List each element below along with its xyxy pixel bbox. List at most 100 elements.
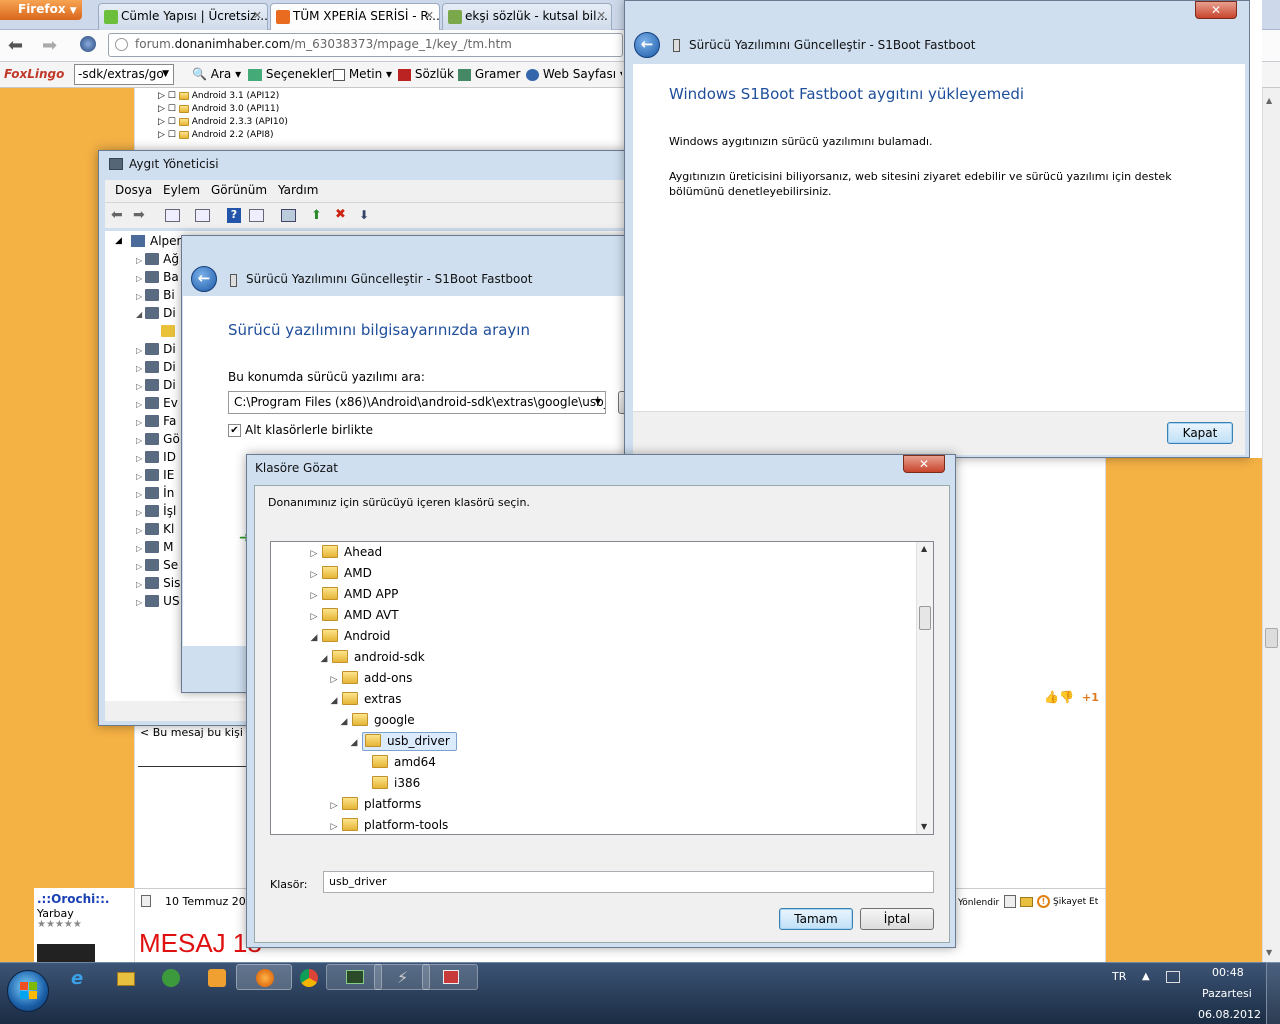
chevron-down-icon[interactable]: ◢ <box>136 310 142 319</box>
tree-scroll-thumb[interactable] <box>919 606 931 630</box>
device-category[interactable]: ▷ İşl <box>136 502 182 520</box>
device-category[interactable]: ▷ Gö <box>136 430 182 448</box>
chevron-right-icon[interactable]: ▷ <box>136 256 142 265</box>
device-category[interactable] <box>136 322 182 340</box>
device-category[interactable]: ▷ IE <box>136 466 182 484</box>
document-icon[interactable] <box>1004 895 1016 908</box>
folder-tree-item[interactable]: ▷ AMD <box>309 563 372 584</box>
expanded-arrow-icon[interactable]: ◢ <box>309 628 319 649</box>
tab-cumle-yapisi[interactable]: Cümle Yapısı | Ücretsiz... ✕ <box>98 3 268 30</box>
expanded-arrow-icon[interactable]: ◢ <box>319 649 329 670</box>
close-kapat-button[interactable]: Kapat <box>1167 422 1233 444</box>
device-category[interactable]: ▷ Ba <box>136 268 182 286</box>
device-category[interactable]: ▷ Di <box>136 340 182 358</box>
device-category[interactable]: ▷ Se <box>136 556 182 574</box>
folder-tree-item[interactable]: ▷ Ahead <box>309 542 382 563</box>
show-desktop-button[interactable] <box>1266 962 1280 1024</box>
device-category[interactable]: ▷ Di <box>136 358 182 376</box>
chevron-right-icon[interactable]: ▷ <box>136 472 142 481</box>
menu-gorunum[interactable]: Görünüm <box>211 183 267 197</box>
url-bar[interactable]: forum.donanimhaber.com/m_63038373/mpage_… <box>108 33 623 57</box>
tab-xperia[interactable]: TÜM XPERİA SERİSİ - R... ✕ <box>270 3 440 30</box>
media-player-icon[interactable] <box>208 969 226 987</box>
chevron-right-icon[interactable]: ▷ <box>136 274 142 283</box>
foxlingo-logo[interactable]: FoxLingo <box>4 67 64 81</box>
device-category[interactable]: ▷ ID <box>136 448 182 466</box>
chevron-right-icon[interactable]: ▷ <box>136 418 142 427</box>
dialog-close-button[interactable]: ✕ <box>903 455 945 473</box>
folder-icon[interactable] <box>1020 897 1033 907</box>
folder-tree-item[interactable]: amd64 <box>359 752 436 773</box>
page-scrollbar[interactable]: ▲ ▼ <box>1262 88 1280 962</box>
menu-dosya[interactable]: Dosya <box>115 183 152 197</box>
menu-yardim[interactable]: Yardım <box>278 183 318 197</box>
expanded-arrow-icon[interactable]: ◢ <box>329 691 339 712</box>
taskbar-app[interactable] <box>422 964 478 990</box>
folder-tree-item[interactable]: ▷ AMD APP <box>309 584 398 605</box>
device-category[interactable]: ▷ Bi <box>136 286 182 304</box>
internet-explorer-icon[interactable]: e <box>71 968 83 989</box>
utorrent-icon[interactable] <box>162 969 180 987</box>
uninstall-icon[interactable]: ✖ <box>335 207 346 222</box>
folder-tree-view[interactable]: ▷ Ahead ▷ AMD ▷ AMD APP ▷ AMD AVT ◢ Android ◢ andro… <box>270 541 934 835</box>
network-icon[interactable] <box>1166 971 1180 983</box>
expanded-arrow-icon[interactable]: ◢ <box>339 712 349 733</box>
tab-eksi-sozluk[interactable]: ekşi sözlük - kutsal bil... ✕ <box>442 3 612 30</box>
back-arrow-icon[interactable]: ⬅ <box>8 35 23 56</box>
list-icon[interactable] <box>195 209 210 222</box>
wizard-back-button[interactable]: ← <box>191 266 217 292</box>
chevron-right-icon[interactable]: ▷ <box>136 382 142 391</box>
device-category[interactable]: ▷ Ağ <box>136 250 182 268</box>
chrome-icon[interactable] <box>300 969 318 987</box>
firefox-menu-button[interactable]: Firefox ▼ <box>0 0 82 20</box>
chevron-down-icon[interactable]: ▼ <box>595 397 601 406</box>
ok-tamam-button[interactable]: Tamam <box>779 908 853 930</box>
collapsed-arrow-icon[interactable]: ▷ <box>329 817 339 834</box>
scroll-thumb[interactable] <box>1265 628 1278 648</box>
show-hidden-icons-icon[interactable]: ▲ <box>1142 971 1150 982</box>
clock-day[interactable]: Pazartesi <box>1202 987 1252 1000</box>
toolbar-metin[interactable]: Metin ▾ <box>333 67 392 81</box>
device-category[interactable]: ▷ Ev <box>136 394 182 412</box>
chevron-right-icon[interactable]: ▷ <box>136 436 142 445</box>
device-category[interactable]: ▷ US <box>136 592 182 610</box>
chevron-down-icon[interactable]: ◢ <box>115 236 122 246</box>
addon-globe-icon[interactable] <box>80 36 96 52</box>
site-identity-icon[interactable] <box>115 38 128 51</box>
device-category[interactable]: ◢ Di <box>136 304 182 322</box>
scroll-down-icon[interactable]: ▼ <box>921 822 927 831</box>
toolbar-sozluk[interactable]: Sözlük <box>398 67 454 81</box>
forward-arrow-icon[interactable]: ➡ <box>42 35 57 56</box>
explorer-folder-icon[interactable] <box>117 972 135 986</box>
chevron-right-icon[interactable]: ▷ <box>136 346 142 355</box>
folder-tree-item[interactable]: ▷ platforms <box>329 794 421 815</box>
collapsed-arrow-icon[interactable]: ▷ <box>309 607 319 628</box>
device-category[interactable]: ▷ Di <box>136 376 182 394</box>
forward-arrow-icon[interactable]: ➡ <box>133 207 145 223</box>
clock-date[interactable]: 06.08.2012 <box>1198 1008 1261 1021</box>
thumbs-icon[interactable]: 👍👎 <box>1044 690 1074 704</box>
sikayet-link[interactable]: Şikayet Et <box>1053 897 1098 907</box>
folder-tree-item[interactable]: ◢ google <box>339 710 415 731</box>
folder-tree-item[interactable]: ▷ add-ons <box>329 668 412 689</box>
toolbar-ara[interactable]: 🔍 Ara ▾ <box>192 67 241 81</box>
chevron-right-icon[interactable]: ▷ <box>136 454 142 463</box>
device-category[interactable]: ▷ Sis <box>136 574 182 592</box>
folder-name-field[interactable]: usb_driver <box>323 871 934 893</box>
menu-eylem[interactable]: Eylem <box>163 183 200 197</box>
folder-tree-item[interactable]: ◢ usb_driver <box>349 731 457 752</box>
device-category[interactable]: ▷ Fa <box>136 412 182 430</box>
view-icon[interactable] <box>249 209 264 222</box>
scroll-up-icon[interactable]: ▲ <box>1266 96 1272 105</box>
driver-path-combobox[interactable]: C:\Program Files (x86)\Android\android-s… <box>228 391 606 414</box>
disable-icon[interactable]: ⬇ <box>359 208 369 222</box>
start-button[interactable] <box>7 970 49 1012</box>
toolbar-secenekler[interactable]: Seçenekler <box>248 67 332 81</box>
collapsed-arrow-icon[interactable]: ▷ <box>309 544 319 565</box>
chevron-right-icon[interactable]: ▷ <box>136 364 142 373</box>
chevron-right-icon[interactable]: ▷ <box>136 400 142 409</box>
collapsed-arrow-icon[interactable]: ▷ <box>329 670 339 691</box>
scroll-up-icon[interactable]: ▲ <box>921 544 927 553</box>
device-category[interactable]: ▷ İn <box>136 484 182 502</box>
user-name-link[interactable]: .::Orochi::. <box>37 892 109 906</box>
